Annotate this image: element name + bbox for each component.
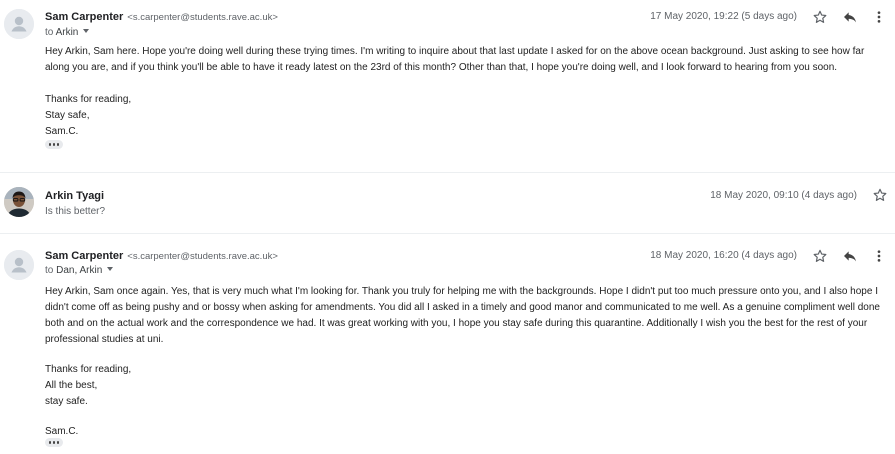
dot xyxy=(57,143,60,146)
email-message[interactable]: Sam Carpenter <s.carpenter@students.rave.… xyxy=(0,0,895,172)
star-icon[interactable] xyxy=(872,187,888,203)
body-line: Sam.C. xyxy=(45,126,79,137)
show-trimmed-content-button[interactable] xyxy=(45,438,63,447)
email-message-collapsed[interactable]: Arkin Tyagi Is this better? 18 May 2020,… xyxy=(0,173,895,233)
message-body: Hey Arkin, Sam here. Hope you're doing w… xyxy=(45,44,890,140)
dot xyxy=(52,441,56,444)
show-trimmed-content-button[interactable] xyxy=(45,140,63,149)
reply-icon[interactable] xyxy=(842,248,858,264)
recipients-line[interactable]: to Arkin xyxy=(45,27,90,38)
reply-icon[interactable] xyxy=(842,9,858,25)
more-vert-icon[interactable] xyxy=(871,9,887,25)
person-photo-icon xyxy=(4,187,34,217)
recipient-names: Dan, Arkin xyxy=(56,265,103,276)
body-line: stay safe. xyxy=(45,396,88,407)
message-date[interactable]: 18 May 2020, 16:20 (4 days ago) xyxy=(650,250,797,261)
body-line: Stay safe, xyxy=(45,110,90,121)
sender-name[interactable]: Arkin Tyagi xyxy=(45,190,104,202)
sender-avatar-photo[interactable] xyxy=(4,187,34,217)
to-prefix: to xyxy=(45,265,54,276)
body-paragraph: Hey Arkin, Sam once again. Yes, that is … xyxy=(45,286,880,345)
sender-email: <s.carpenter@students.rave.ac.uk> xyxy=(127,12,278,23)
message-snippet: Is this better? xyxy=(45,206,106,217)
recipient-names: Arkin xyxy=(55,27,79,38)
sender-name[interactable]: Sam Carpenter xyxy=(45,250,123,262)
message-body: Hey Arkin, Sam once again. Yes, that is … xyxy=(45,284,890,440)
email-message[interactable]: Sam Carpenter <s.carpenter@students.rave.… xyxy=(0,234,895,454)
sender-avatar[interactable] xyxy=(4,9,34,39)
body-paragraph: Hey Arkin, Sam here. Hope you're doing w… xyxy=(45,46,865,73)
message-date[interactable]: 17 May 2020, 19:22 (5 days ago) xyxy=(650,11,797,22)
sender-line: Sam Carpenter <s.carpenter@students.rave.… xyxy=(45,250,278,262)
star-icon[interactable] xyxy=(812,9,828,25)
person-avatar-icon xyxy=(4,250,34,280)
message-date[interactable]: 18 May 2020, 09:10 (4 days ago) xyxy=(710,190,857,201)
body-line: All the best, xyxy=(45,380,98,391)
dot xyxy=(57,441,60,444)
person-avatar-icon xyxy=(4,9,34,39)
chevron-down-icon[interactable] xyxy=(107,267,114,271)
sender-line: Sam Carpenter <s.carpenter@students.rave.… xyxy=(45,11,278,23)
more-horiz-icon xyxy=(48,143,51,146)
sender-name[interactable]: Sam Carpenter xyxy=(45,11,123,23)
chevron-down-icon[interactable] xyxy=(83,29,90,33)
body-line: Thanks for reading, xyxy=(45,94,132,105)
body-line: Sam.C. xyxy=(45,426,79,437)
more-vert-icon[interactable] xyxy=(871,248,887,264)
dot xyxy=(52,143,56,146)
star-icon[interactable] xyxy=(812,248,828,264)
more-horiz-icon xyxy=(48,441,51,444)
sender-email: <s.carpenter@students.rave.ac.uk> xyxy=(127,251,278,262)
body-line: Thanks for reading, xyxy=(45,364,132,375)
to-prefix: to xyxy=(45,27,54,38)
sender-avatar[interactable] xyxy=(4,250,34,280)
recipients-line[interactable]: to Dan, Arkin xyxy=(45,265,114,276)
